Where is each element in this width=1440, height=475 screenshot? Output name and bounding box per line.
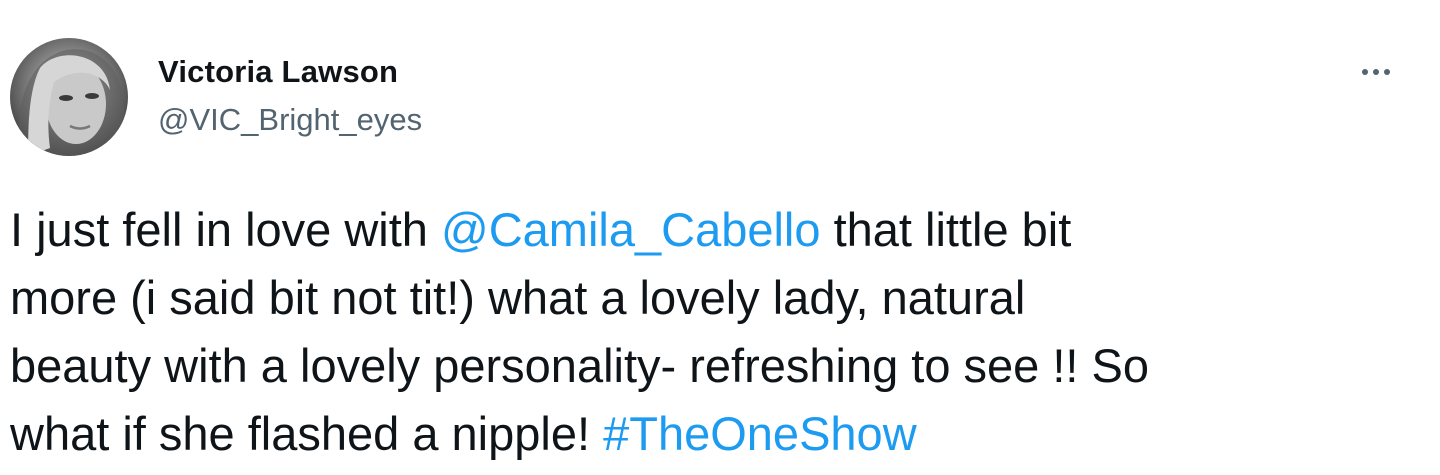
more-options-button[interactable] [1356, 52, 1396, 92]
mention-link[interactable]: @Camila_Cabello [441, 203, 821, 256]
tweet-text-segment: what if she flashed a nipple! [10, 407, 604, 460]
author-avatar[interactable] [10, 38, 128, 156]
author-handle[interactable]: @VIC_Bright_eyes [158, 102, 422, 138]
tweet-line: more (i said bit not tit!) what a lovely… [10, 271, 1026, 324]
tweet-line: beauty with a lovely personality- refres… [10, 339, 1150, 392]
tweet-card: Victoria Lawson @VIC_Bright_eyes I just … [0, 0, 1440, 475]
hashtag-link[interactable]: #TheOneShow [603, 407, 917, 460]
author-name[interactable]: Victoria Lawson [158, 54, 398, 90]
tweet-text-segment: I just fell in love with [10, 203, 442, 256]
tweet-line: what if she flashed a nipple! #TheOneSho… [10, 400, 1430, 468]
tweet-line: I just fell in love with @Camila_Cabello… [10, 196, 1430, 264]
ellipsis-icon [1362, 69, 1390, 75]
tweet-text-segment: that little bit [820, 203, 1072, 256]
tweet-text: I just fell in love with @Camila_Cabello… [10, 196, 1430, 468]
avatar-photo-icon [18, 49, 128, 156]
